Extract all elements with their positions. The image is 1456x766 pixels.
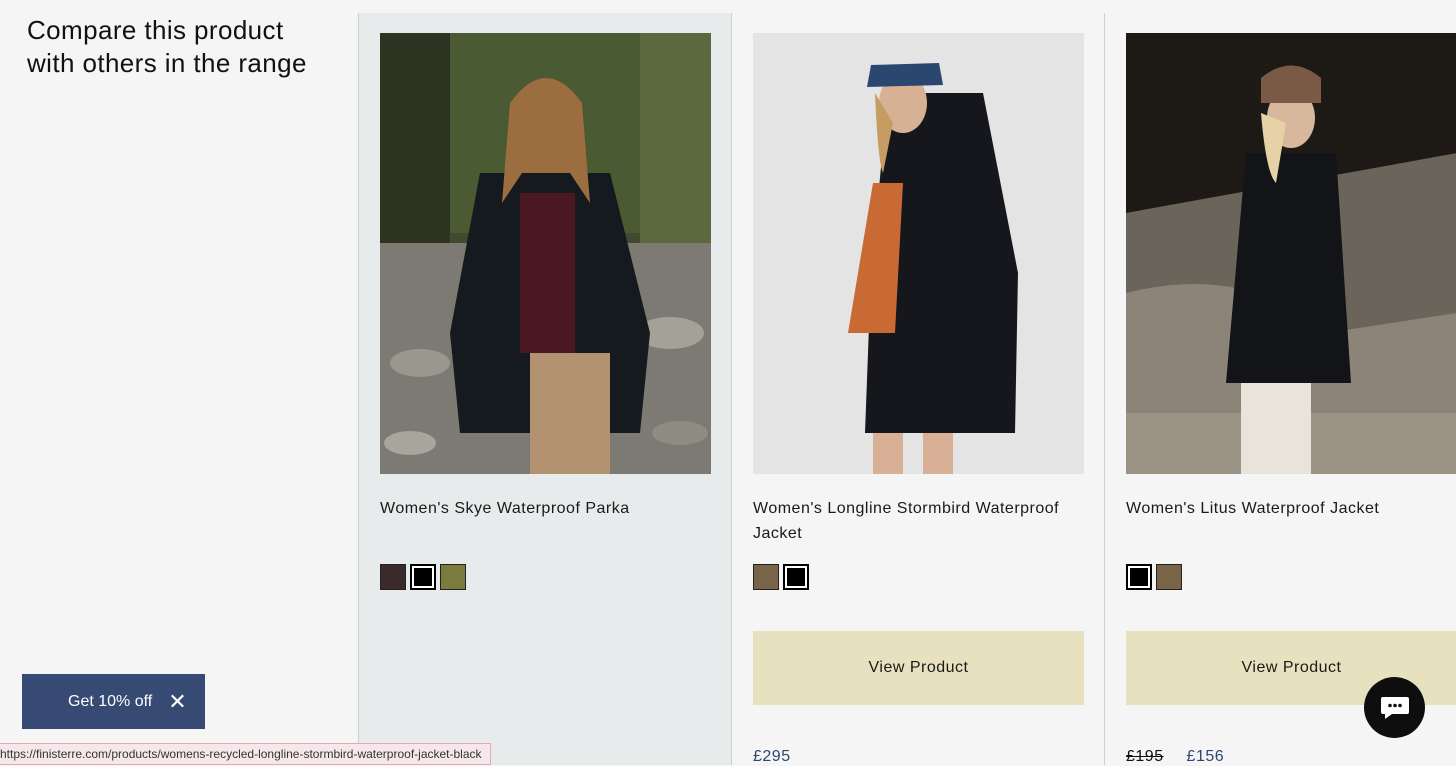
color-swatch[interactable] — [753, 564, 779, 590]
color-swatches — [380, 564, 466, 590]
close-icon[interactable]: ✕ — [168, 690, 186, 713]
skye-photo-illustration — [380, 33, 711, 474]
product-name[interactable]: Women's Longline Stormbird Waterproof Ja… — [753, 496, 1073, 546]
product-image-stormbird[interactable] — [753, 33, 1084, 474]
stormbird-photo-illustration — [753, 33, 1084, 474]
color-swatch[interactable] — [380, 564, 406, 590]
product-card-stormbird: Women's Longline Stormbird Waterproof Ja… — [731, 13, 1104, 765]
litus-photo-illustration — [1126, 33, 1456, 474]
compare-heading: Compare this product with others in the … — [27, 15, 307, 78]
product-name[interactable]: Women's Skye Waterproof Parka — [380, 496, 700, 521]
color-swatch[interactable] — [410, 564, 436, 590]
price: £295 — [753, 748, 791, 765]
chat-bubble-icon[interactable] — [1364, 677, 1425, 738]
view-product-button[interactable]: View Product — [753, 631, 1084, 705]
price-row: £295 — [753, 748, 791, 766]
product-image-litus[interactable] — [1126, 33, 1456, 474]
product-card-skye: Women's Skye Waterproof Parka — [358, 13, 731, 765]
color-swatches — [753, 564, 809, 590]
color-swatch[interactable] — [1156, 564, 1182, 590]
product-image-skye[interactable] — [380, 33, 711, 474]
sale-price: £156 — [1186, 748, 1225, 765]
status-bar-url: https://finisterre.com/products/womens-r… — [0, 743, 491, 765]
color-swatch[interactable] — [783, 564, 809, 590]
promo-label: Get 10% off — [68, 692, 153, 710]
original-price: £195 — [1126, 748, 1164, 765]
color-swatches — [1126, 564, 1182, 590]
chat-bubble-glyph — [1380, 696, 1409, 719]
price-row: £195 £156 — [1126, 748, 1224, 766]
product-name[interactable]: Women's Litus Waterproof Jacket — [1126, 496, 1446, 521]
color-swatch[interactable] — [1126, 564, 1152, 590]
product-card-litus: Women's Litus Waterproof Jacket View Pro… — [1104, 13, 1456, 765]
discount-promo-button[interactable]: Get 10% off ✕ — [22, 674, 205, 729]
color-swatch[interactable] — [440, 564, 466, 590]
